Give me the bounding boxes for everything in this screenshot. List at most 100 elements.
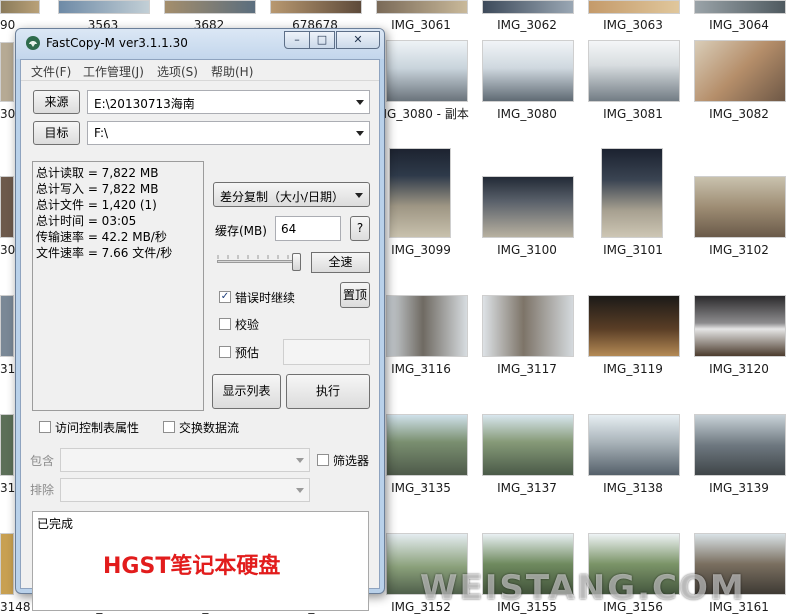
chevron-down-icon[interactable] xyxy=(296,488,304,493)
maximize-button[interactable]: □ xyxy=(309,31,335,49)
estimate-checkbox[interactable] xyxy=(219,346,231,358)
photo-thumbnail[interactable] xyxy=(386,40,468,102)
statistics-panel: 总计读取 = 7,822 MB 总计写入 = 7,822 MB 总计文件 = 1… xyxy=(32,161,204,411)
stat-file-rate: 文件速率 = 7.66 文件/秒 xyxy=(36,246,173,260)
thumbnail-caption[interactable]: IMG_3120 xyxy=(684,362,787,376)
stat-total-files: 总计文件 = 1,420 (1) xyxy=(36,198,157,212)
photo-thumbnail[interactable] xyxy=(389,148,451,238)
chevron-down-icon[interactable] xyxy=(356,100,364,105)
fastcopy-window: FastCopy-M ver3.1.1.30 – □ ✕ 文件(F) 工作管理(… xyxy=(15,28,385,611)
thumbnail-caption[interactable]: IMG_3081 xyxy=(578,107,688,121)
photo-thumbnail[interactable] xyxy=(694,176,786,238)
thumbnail-caption[interactable]: IMG_3080 xyxy=(472,107,582,121)
execute-button[interactable]: 执行 xyxy=(286,374,370,409)
photo-thumbnail[interactable] xyxy=(0,0,40,14)
minimize-button[interactable]: – xyxy=(284,31,310,49)
alt-streams-checkbox[interactable] xyxy=(163,421,175,433)
menu-file[interactable]: 文件(F) xyxy=(31,63,71,80)
slider-tick-marks xyxy=(217,255,299,259)
photo-thumbnail[interactable] xyxy=(164,0,256,14)
photo-thumbnail[interactable] xyxy=(270,0,362,14)
window-client-area: 文件(F) 工作管理(J) 选项(S) 帮助(H) 来源 E:\20130713… xyxy=(20,59,380,611)
acl-checkbox[interactable] xyxy=(39,421,51,433)
photo-thumbnail[interactable] xyxy=(694,40,786,102)
thumbnail-caption[interactable]: IMG_3082 xyxy=(684,107,787,121)
exclude-label: 排除 xyxy=(30,483,55,497)
photo-thumbnail[interactable] xyxy=(386,295,468,357)
chevron-down-icon[interactable] xyxy=(296,458,304,463)
include-filter-combo[interactable] xyxy=(60,448,310,472)
thumbnail-caption[interactable]: IMG_3100 xyxy=(472,243,582,257)
photo-thumbnail[interactable] xyxy=(0,176,14,238)
photo-thumbnail[interactable] xyxy=(588,40,680,102)
acl-label: 访问控制表属性 xyxy=(55,421,140,435)
thumbnail-caption[interactable]: IMG_3101 xyxy=(578,243,688,257)
thumbnail-caption[interactable]: IMG_3063 xyxy=(578,18,688,32)
photo-thumbnail[interactable] xyxy=(482,414,574,476)
photo-thumbnail[interactable] xyxy=(588,414,680,476)
stat-total-write: 总计写入 = 7,822 MB xyxy=(36,182,159,196)
thumbnail-caption[interactable]: IMG_3117 xyxy=(472,362,582,376)
menu-options[interactable]: 选项(S) xyxy=(157,63,198,80)
buffer-value: 64 xyxy=(281,222,297,236)
slider-ticks xyxy=(217,248,301,259)
speed-slider-handle[interactable] xyxy=(292,253,301,271)
window-title: FastCopy-M ver3.1.1.30 xyxy=(46,36,188,50)
target-button[interactable]: 目标 xyxy=(33,121,80,145)
alt-streams-label: 交换数据流 xyxy=(179,421,240,435)
stat-transfer-rate: 传输速率 = 42.2 MB/秒 xyxy=(36,230,167,244)
photo-thumbnail[interactable] xyxy=(694,414,786,476)
title-bar[interactable]: FastCopy-M ver3.1.1.30 – □ ✕ xyxy=(16,29,384,59)
thumbnail-caption[interactable]: IMG_3062 xyxy=(472,18,582,32)
full-speed-button[interactable]: 全速 xyxy=(311,252,370,273)
filter-label: 筛选器 xyxy=(333,454,370,468)
verify-label: 校验 xyxy=(235,318,260,332)
buffer-input[interactable]: 64 xyxy=(275,216,341,241)
photo-thumbnail[interactable] xyxy=(588,0,680,14)
photo-thumbnail[interactable] xyxy=(0,295,14,357)
chevron-down-icon[interactable] xyxy=(356,131,364,136)
filter-checkbox[interactable] xyxy=(317,454,329,466)
thumbnail-caption[interactable]: IMG_3119 xyxy=(578,362,688,376)
menu-jobs[interactable]: 工作管理(J) xyxy=(83,63,144,80)
photo-thumbnail[interactable] xyxy=(482,40,574,102)
pin-top-button[interactable]: 置顶 xyxy=(340,282,370,308)
estimate-label: 预估 xyxy=(235,346,260,360)
photo-thumbnail[interactable] xyxy=(0,42,14,102)
photo-thumbnail[interactable] xyxy=(601,148,663,238)
thumbnail-caption[interactable]: IMG_3137 xyxy=(472,481,582,495)
help-button[interactable]: ? xyxy=(350,216,370,241)
verify-checkbox[interactable] xyxy=(219,318,231,330)
thumbnail-caption[interactable]: IMG_3102 xyxy=(684,243,787,257)
include-label: 包含 xyxy=(30,454,55,468)
menu-help[interactable]: 帮助(H) xyxy=(211,63,253,80)
photo-thumbnail[interactable] xyxy=(58,0,150,14)
photo-thumbnail[interactable] xyxy=(694,295,786,357)
copy-mode-select[interactable]: 差分复制（大小/日期） xyxy=(213,182,370,207)
source-button[interactable]: 来源 xyxy=(33,90,80,114)
photo-thumbnail[interactable] xyxy=(588,295,680,357)
continue-on-error-label: 错误时继续 xyxy=(235,291,296,305)
photo-thumbnail[interactable] xyxy=(694,0,786,14)
photo-thumbnail[interactable] xyxy=(376,0,468,14)
continue-on-error-checkbox[interactable]: ✓ xyxy=(219,291,231,303)
close-button[interactable]: ✕ xyxy=(336,31,380,49)
photo-thumbnail[interactable] xyxy=(386,414,468,476)
target-path-combo[interactable]: F:\ xyxy=(87,121,370,145)
source-path-combo[interactable]: E:\20130713海南 xyxy=(87,90,370,114)
thumbnail-caption[interactable]: IMG_3139 xyxy=(684,481,787,495)
photo-thumbnail[interactable] xyxy=(482,176,574,238)
thumbnail-caption[interactable]: IMG_3064 xyxy=(684,18,787,32)
estimate-field xyxy=(283,339,370,365)
photo-thumbnail[interactable] xyxy=(0,533,14,595)
exclude-filter-combo[interactable] xyxy=(60,478,310,502)
show-list-button[interactable]: 显示列表 xyxy=(212,374,281,409)
status-log: 已完成 HGST笔记本硬盘 xyxy=(32,511,369,611)
photo-thumbnail[interactable] xyxy=(482,295,574,357)
photo-thumbnail[interactable] xyxy=(0,414,14,476)
target-path-text: F:\ xyxy=(94,126,109,140)
photo-thumbnail[interactable] xyxy=(482,0,574,14)
speed-slider-track[interactable] xyxy=(217,260,301,263)
chevron-down-icon[interactable] xyxy=(355,193,363,198)
thumbnail-caption[interactable]: IMG_3138 xyxy=(578,481,688,495)
